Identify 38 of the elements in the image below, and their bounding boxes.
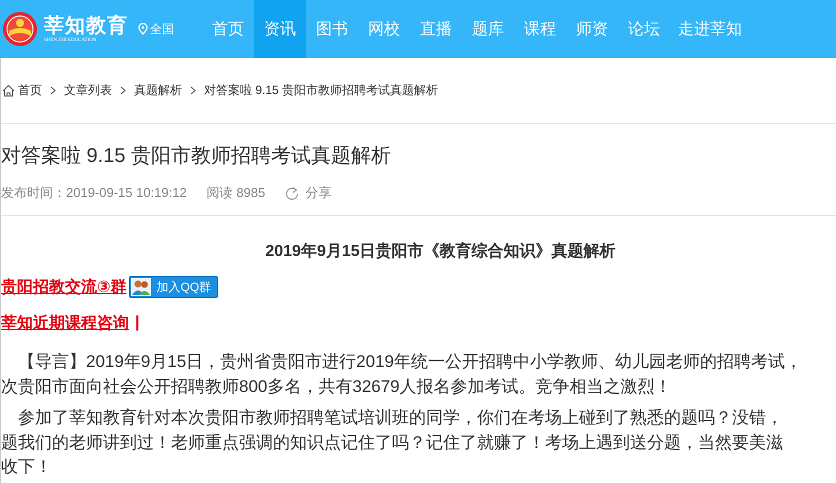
home-icon <box>2 84 15 97</box>
breadcrumb-link[interactable]: 文章列表 <box>64 82 112 99</box>
article-headline: 2019年9月15日贵阳市《教育综合知识》真题解析 <box>265 241 616 262</box>
chevron-icon <box>50 86 56 95</box>
view-count: 阅读 8985 <box>206 184 266 202</box>
paragraph-line: 【导言】2019年9月15日，贵州省贵阳市进行2019年统一公开招聘中小学教师、幼儿园老师的招聘考试， <box>17 351 804 373</box>
publish-time: 发布时间：2019-09-15 10:19:12 <box>1 184 187 202</box>
separator-mark: | <box>135 314 140 332</box>
chevron-icon <box>190 86 196 95</box>
nav-tab[interactable]: 资讯 <box>254 0 306 58</box>
paragraph-line: 题我们的老师讲到过！老师重点强调的知识点记住了吗？记住了就赚了！考场上遇到送分题，当然要美滋 <box>1 432 784 454</box>
breadcrumb-link[interactable]: 真题解析 <box>134 82 182 99</box>
logo-icon <box>2 11 38 47</box>
paragraph-line: 次贵阳市面向社会公开招聘教师800多名，共有32679人报名参加考试。竞争相当之激烈！ <box>1 376 673 398</box>
people-icon <box>130 278 151 296</box>
join-qq-group-button[interactable]: 加入QQ群 <box>128 276 218 298</box>
nav-tab[interactable]: 网校 <box>358 0 410 58</box>
breadcrumb-link[interactable]: 首页 <box>18 82 42 99</box>
share-button[interactable]: 分享 <box>285 184 332 202</box>
paragraph-line: 参加了莘知教育针对本次贵阳市教师招聘笔试培训班的同学，你们在考场上碰到了熟悉的题吗？没错， <box>17 407 784 429</box>
breadcrumb-link[interactable]: 对答案啦 9.15 贵阳市教师招聘考试真题解析 <box>204 82 438 99</box>
nav-tab[interactable]: 师资 <box>566 0 618 58</box>
text-link[interactable]: 莘知近期课程咨询 <box>1 312 129 334</box>
nav-tab[interactable]: 图书 <box>306 0 358 58</box>
nav-tab[interactable]: 题库 <box>462 0 514 58</box>
text-link[interactable]: 贵阳招教交流③群 <box>1 276 127 298</box>
paragraph-line: 收下！ <box>1 456 53 478</box>
article-title: 对答案啦 9.15 贵阳市教师招聘考试真题解析 <box>1 144 392 169</box>
brand-name: 莘知教育 <box>44 14 128 36</box>
nav-tab[interactable]: 走进莘知 <box>670 0 750 58</box>
nav-tab[interactable]: 论坛 <box>618 0 670 58</box>
nav-tab[interactable]: 课程 <box>514 0 566 58</box>
pin-icon <box>138 23 148 35</box>
nav-tab[interactable]: 直播 <box>410 0 462 58</box>
share-icon <box>285 186 300 200</box>
location-selector[interactable]: 全国 <box>138 20 174 38</box>
nav-tab[interactable]: 首页 <box>202 0 254 58</box>
chevron-icon <box>120 86 126 95</box>
